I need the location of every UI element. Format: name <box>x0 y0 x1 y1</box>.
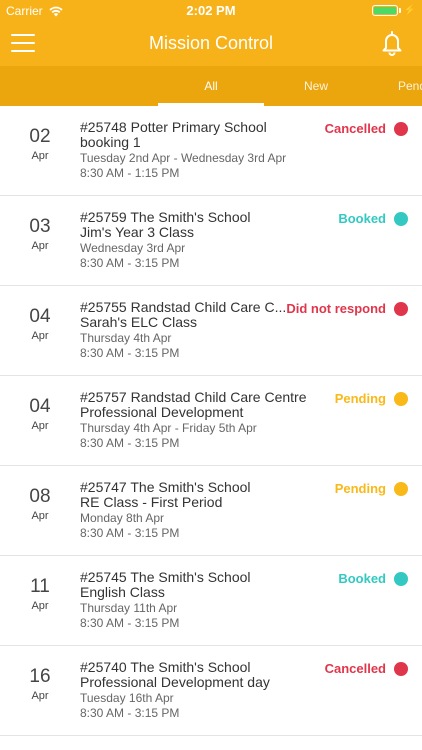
booking-dates: Thursday 4th Apr - Friday 5th Apr <box>80 421 257 435</box>
status-bar: Carrier 2:02 PM ⚡ <box>0 0 422 22</box>
list-item[interactable]: 08 Apr #25747 The Smith's School RE Clas… <box>0 466 422 556</box>
booking-subtitle: Professional Development <box>80 404 244 420</box>
status-badge: Cancelled <box>325 121 408 136</box>
status-dot-icon <box>394 391 408 406</box>
tab-pending[interactable]: Pend <box>398 66 422 106</box>
date-month: Apr <box>31 420 49 432</box>
nav-bar: Mission Control <box>0 22 422 66</box>
status-dot-icon <box>394 661 408 676</box>
date-month: Apr <box>31 330 49 342</box>
tab-new[interactable]: New <box>264 66 368 106</box>
battery-nub <box>398 8 401 13</box>
status-badge: Booked <box>338 211 408 226</box>
date-day: 16 <box>29 666 51 687</box>
date-day: 02 <box>29 126 51 147</box>
booking-dates: Tuesday 16th Apr <box>80 691 174 705</box>
booking-subtitle: Jim's Year 3 Class <box>80 224 194 240</box>
status-label: Pending <box>334 481 386 496</box>
status-label: Pending <box>334 391 386 406</box>
status-badge: Did not respond <box>286 301 408 316</box>
status-badge: Pending <box>335 391 408 406</box>
tab-all[interactable]: All <box>158 66 264 106</box>
booking-subtitle: RE Class - First Period <box>80 494 223 510</box>
booking-list: 02 Apr #25748 Potter Primary School book… <box>0 106 422 736</box>
date-day: 11 <box>30 576 50 597</box>
status-dot-icon <box>394 571 408 586</box>
list-item[interactable]: 16 Apr #25740 The Smith's School Profess… <box>0 646 422 736</box>
tab-bar: All New Pend <box>0 66 422 106</box>
booking-dates: Monday 8th Apr <box>80 511 165 525</box>
date-block: 03 Apr <box>0 216 80 252</box>
status-dot-icon <box>394 121 408 136</box>
status-badge: Pending <box>335 481 408 496</box>
list-item[interactable]: 03 Apr #25759 The Smith's School Jim's Y… <box>0 196 422 286</box>
date-day: 04 <box>29 396 51 417</box>
charging-bolt-icon: ⚡ <box>403 5 416 16</box>
date-block: 08 Apr <box>0 486 80 522</box>
list-item[interactable]: 11 Apr #25745 The Smith's School English… <box>0 556 422 646</box>
booking-time: 8:30 AM - 3:15 PM <box>80 256 180 270</box>
status-time: 2:02 PM <box>186 3 236 18</box>
date-block: 02 Apr <box>0 126 80 162</box>
date-day: 03 <box>29 216 51 237</box>
app-screen: Carrier 2:02 PM ⚡ Mission Control All Ne… <box>0 0 422 750</box>
status-label: Booked <box>338 571 386 586</box>
date-day: 08 <box>29 486 51 507</box>
date-block: 04 Apr <box>0 396 80 432</box>
booking-dates: Wednesday 3rd Apr <box>80 241 186 255</box>
list-item[interactable]: 04 Apr #25755 Randstad Child Care C... S… <box>0 286 422 376</box>
battery-icon <box>371 5 398 16</box>
date-month: Apr <box>31 600 49 612</box>
booking-subtitle: English Class <box>80 584 165 600</box>
header: Carrier 2:02 PM ⚡ Mission Control <box>0 0 422 66</box>
date-block: 04 Apr <box>0 306 80 342</box>
status-dot-icon <box>394 301 408 316</box>
status-badge: Cancelled <box>325 661 408 676</box>
booking-time: 8:30 AM - 3:15 PM <box>80 346 180 360</box>
date-month: Apr <box>31 510 49 522</box>
date-day: 04 <box>29 306 51 327</box>
status-dot-icon <box>394 481 408 496</box>
list-item[interactable]: 02 Apr #25748 Potter Primary School book… <box>0 106 422 196</box>
booking-subtitle: Professional Development day <box>80 674 270 690</box>
booking-time: 8:30 AM - 3:15 PM <box>80 706 180 720</box>
date-block: 11 Apr <box>0 576 80 612</box>
booking-time: 8:30 AM - 3:15 PM <box>80 526 180 540</box>
date-month: Apr <box>31 240 49 252</box>
booking-time: 8:30 AM - 3:15 PM <box>80 616 180 630</box>
status-label: Cancelled <box>324 661 386 676</box>
booking-subtitle: booking 1 <box>80 134 141 150</box>
booking-time: 8:30 AM - 1:15 PM <box>80 166 180 180</box>
bell-icon[interactable] <box>380 30 404 56</box>
status-dot-icon <box>394 211 408 226</box>
booking-dates: Thursday 11th Apr <box>80 601 178 615</box>
date-month: Apr <box>31 690 49 702</box>
status-right: ⚡ <box>371 5 416 16</box>
list-item[interactable]: 04 Apr #25757 Randstad Child Care Centre… <box>0 376 422 466</box>
status-label: Cancelled <box>324 121 386 136</box>
status-badge: Booked <box>338 571 408 586</box>
page-title: Mission Control <box>148 33 274 53</box>
booking-dates: Thursday 4th Apr <box>80 331 172 345</box>
booking-time: 8:30 AM - 3:15 PM <box>80 436 180 450</box>
date-block: 16 Apr <box>0 666 80 702</box>
date-month: Apr <box>31 150 49 162</box>
status-label: Booked <box>338 211 386 226</box>
booking-dates: Tuesday 2nd Apr - Wednesday 3rd Apr <box>80 151 287 165</box>
status-label: Did not respond <box>286 301 386 316</box>
booking-subtitle: Sarah's ELC Class <box>80 314 198 330</box>
